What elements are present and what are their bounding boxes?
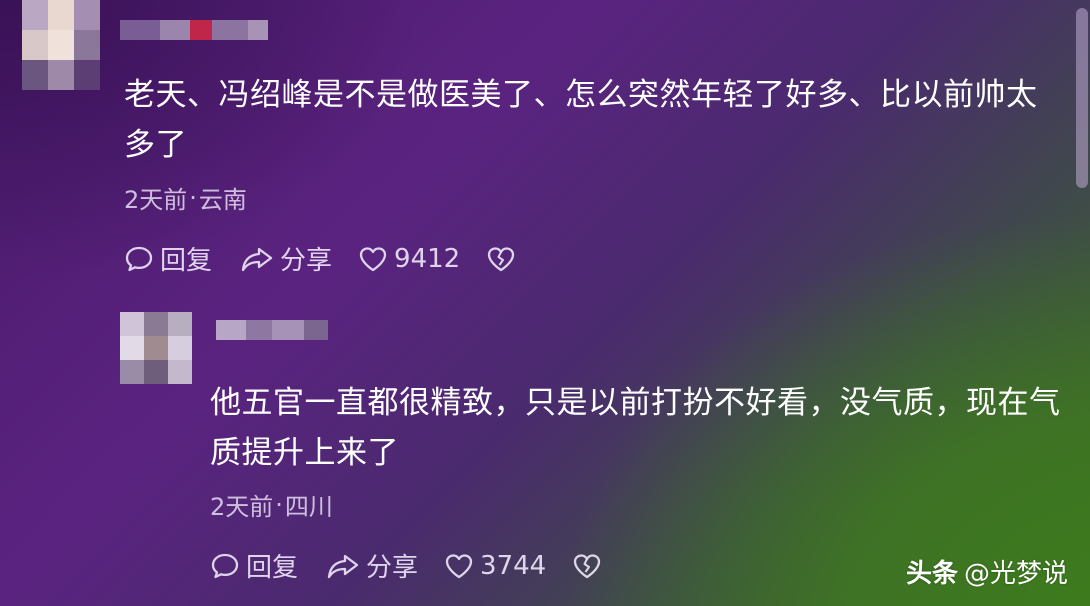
comment-text: 老天、冯绍峰是不是做医美了、怎么突然年轻了好多、比以前帅太多了 (124, 77, 1038, 163)
share-arrow-icon (241, 247, 273, 271)
meta-separator: · (275, 490, 283, 519)
comment-text: 他五官一直都很精致，只是以前打扮不好看，没气质，现在气质提升上来了 (210, 385, 1061, 471)
like-button[interactable]: 9412 (358, 244, 460, 274)
username-blurred[interactable] (120, 20, 268, 40)
broken-heart-icon (488, 246, 515, 271)
meta-separator: · (189, 183, 197, 212)
share-label: 分享 (366, 553, 419, 583)
like-count: 9412 (394, 243, 461, 274)
reply-label: 回复 (246, 553, 299, 583)
scrollbar-thumb[interactable] (1076, 8, 1088, 188)
reply-label: 回复 (160, 246, 213, 276)
heart-icon (359, 246, 387, 271)
comment-actions: 回复 分享 9412 (124, 240, 548, 277)
scrollbar[interactable] (1074, 0, 1090, 606)
watermark: 头条 @光梦说 (906, 553, 1068, 590)
reply-button[interactable]: 回复 (210, 547, 298, 584)
reply-bubble-icon (125, 246, 153, 271)
share-label: 分享 (280, 246, 333, 276)
comment-time: 2天前 (210, 493, 274, 521)
comment-actions: 回复 分享 3744 (210, 547, 634, 584)
share-button[interactable]: 分享 (240, 240, 332, 277)
watermark-brand: 头条 (905, 559, 958, 589)
watermark-handle: @光梦说 (963, 559, 1068, 589)
reply-bubble-icon (211, 553, 239, 578)
like-button[interactable]: 3744 (444, 551, 546, 581)
broken-heart-icon (574, 553, 601, 578)
avatar-blurred[interactable] (22, 0, 100, 90)
like-count: 3744 (480, 550, 547, 581)
heart-icon (445, 553, 473, 578)
comment-location: 云南 (198, 186, 247, 214)
dislike-button[interactable] (486, 244, 522, 274)
dislike-button[interactable] (572, 551, 608, 581)
reply-button[interactable]: 回复 (124, 240, 212, 277)
comment-meta: 2天前 · 四川 (210, 487, 333, 522)
share-button[interactable]: 分享 (326, 547, 418, 584)
avatar-blurred[interactable] (120, 312, 192, 384)
share-arrow-icon (327, 554, 359, 578)
comment-location: 四川 (284, 493, 333, 521)
comment-meta: 2天前 · 云南 (124, 180, 247, 215)
username-blurred[interactable] (216, 320, 328, 340)
comment-time: 2天前 (124, 186, 188, 214)
